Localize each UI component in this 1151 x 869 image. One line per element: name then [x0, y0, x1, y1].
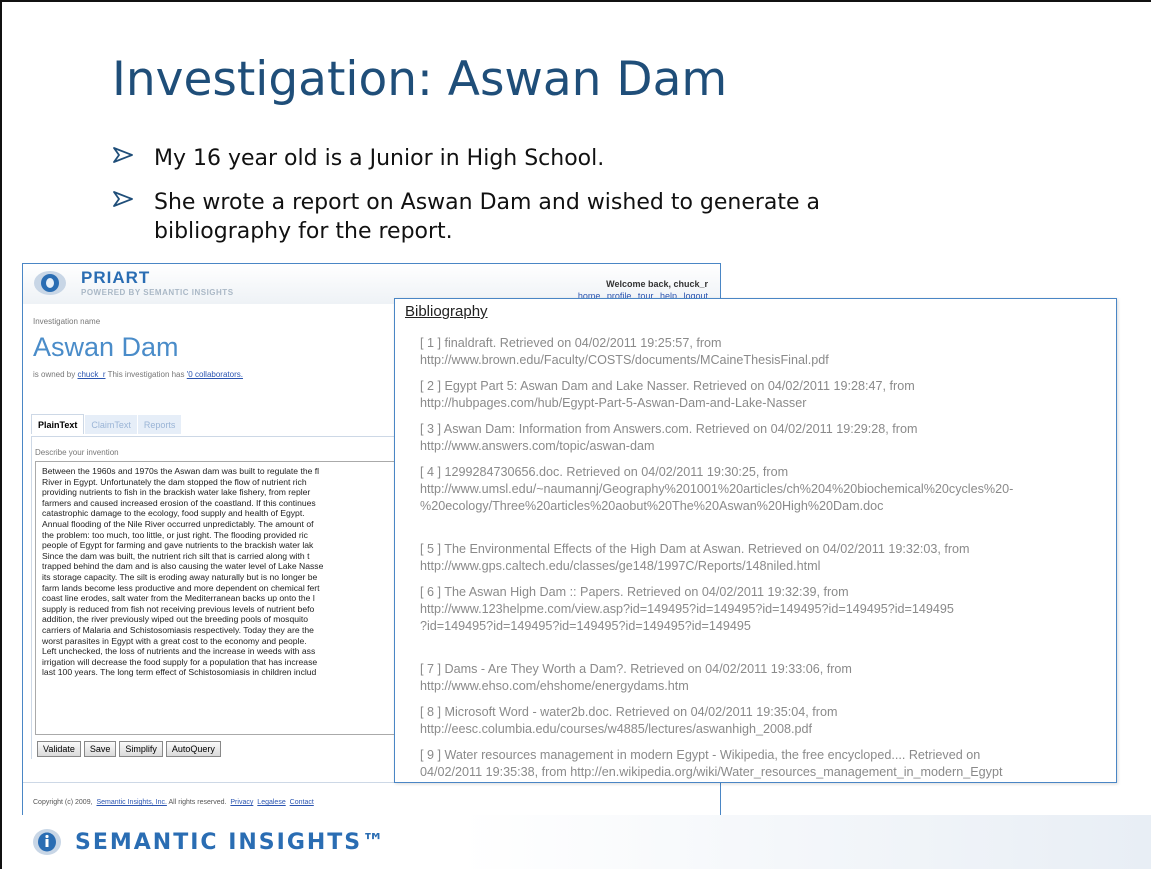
arrow-bullet-icon	[113, 191, 133, 207]
collaborators-link[interactable]: '0 collaborators.	[187, 370, 243, 379]
bibliography-entry: [ 2 ] Egypt Part 5: Aswan Dam and Lake N…	[420, 379, 915, 410]
footer-rights: All rights reserved.	[168, 799, 227, 806]
tab-claimtext[interactable]: ClaimText	[85, 415, 137, 434]
bullet-text: My 16 year old is a Junior in High Schoo…	[154, 146, 605, 171]
ownership-info: is owned by chuck_r This investigation h…	[33, 370, 243, 379]
investigation-name: Aswan Dam	[33, 332, 179, 362]
bibliography-panel: Bibliography [ 1 ] finaldraft. Retrieved…	[394, 298, 1117, 783]
tab-reports[interactable]: Reports	[137, 415, 182, 434]
bibliography-entry: [ 3 ] Aswan Dam: Information from Answer…	[420, 422, 918, 453]
validate-button[interactable]: Validate	[37, 741, 81, 757]
footer-copyright: Copyright (c) 2009,	[33, 799, 93, 806]
tab-bar: PlainText ClaimText Reports	[31, 414, 182, 436]
welcome-text: Welcome back, chuck_r	[606, 279, 708, 289]
bibliography-entry: [ 8 ] Microsoft Word - water2b.doc. Retr…	[420, 705, 838, 736]
bottom-banner: SEMANTIC INSIGHTS™	[2, 815, 1151, 869]
owner-link[interactable]: chuck_r	[77, 370, 105, 379]
semantic-insights-logo-icon	[33, 829, 61, 855]
investigation-label: Investigation name	[33, 317, 101, 326]
bibliography-entry: [ 5 ] The Environmental Effects of the H…	[420, 542, 970, 573]
owned-prefix: is owned by	[33, 370, 76, 379]
privacy-link[interactable]: Privacy	[230, 799, 253, 806]
legalese-link[interactable]: Legalese	[257, 799, 285, 806]
autoquery-button[interactable]: AutoQuery	[165, 741, 221, 757]
save-button[interactable]: Save	[83, 741, 117, 757]
slide-title: Investigation: Aswan Dam	[112, 52, 728, 107]
contact-link[interactable]: Contact	[290, 799, 314, 806]
tab-plaintext[interactable]: PlainText	[31, 414, 85, 434]
company-link[interactable]: Semantic Insights, Inc.	[96, 799, 166, 806]
app-footer: Copyright (c) 2009, Semantic Insights, I…	[33, 799, 314, 806]
bibliography-entry: [ 9 ] Water resources management in mode…	[420, 748, 1003, 779]
bibliography-entry: [ 4 ] 1299284730656.doc. Retrieved on 04…	[420, 465, 1014, 513]
banner-text: SEMANTIC INSIGHTS™	[75, 830, 387, 855]
simplify-button[interactable]: Simplify	[119, 741, 163, 757]
owned-middle: This investigation has	[107, 370, 185, 379]
arrow-bullet-icon	[113, 147, 133, 163]
app-subtitle: POWERED BY SEMANTIC INSIGHTS	[81, 288, 234, 297]
action-buttons: Validate Save Simplify AutoQuery	[37, 739, 224, 757]
priart-logo-icon	[34, 271, 66, 295]
bullet-text: She wrote a report on Aswan Dam and wish…	[154, 190, 821, 244]
bibliography-entry: [ 1 ] finaldraft. Retrieved on 04/02/201…	[420, 336, 829, 367]
bibliography-entry: [ 7 ] Dams - Are They Worth a Dam?. Retr…	[420, 662, 852, 693]
bibliography-title: Bibliography	[405, 303, 488, 320]
describe-label: Describe your invention	[35, 448, 119, 457]
bibliography-entry: [ 6 ] The Aswan High Dam :: Papers. Retr…	[420, 585, 954, 633]
app-brand: PRIART	[81, 268, 151, 287]
